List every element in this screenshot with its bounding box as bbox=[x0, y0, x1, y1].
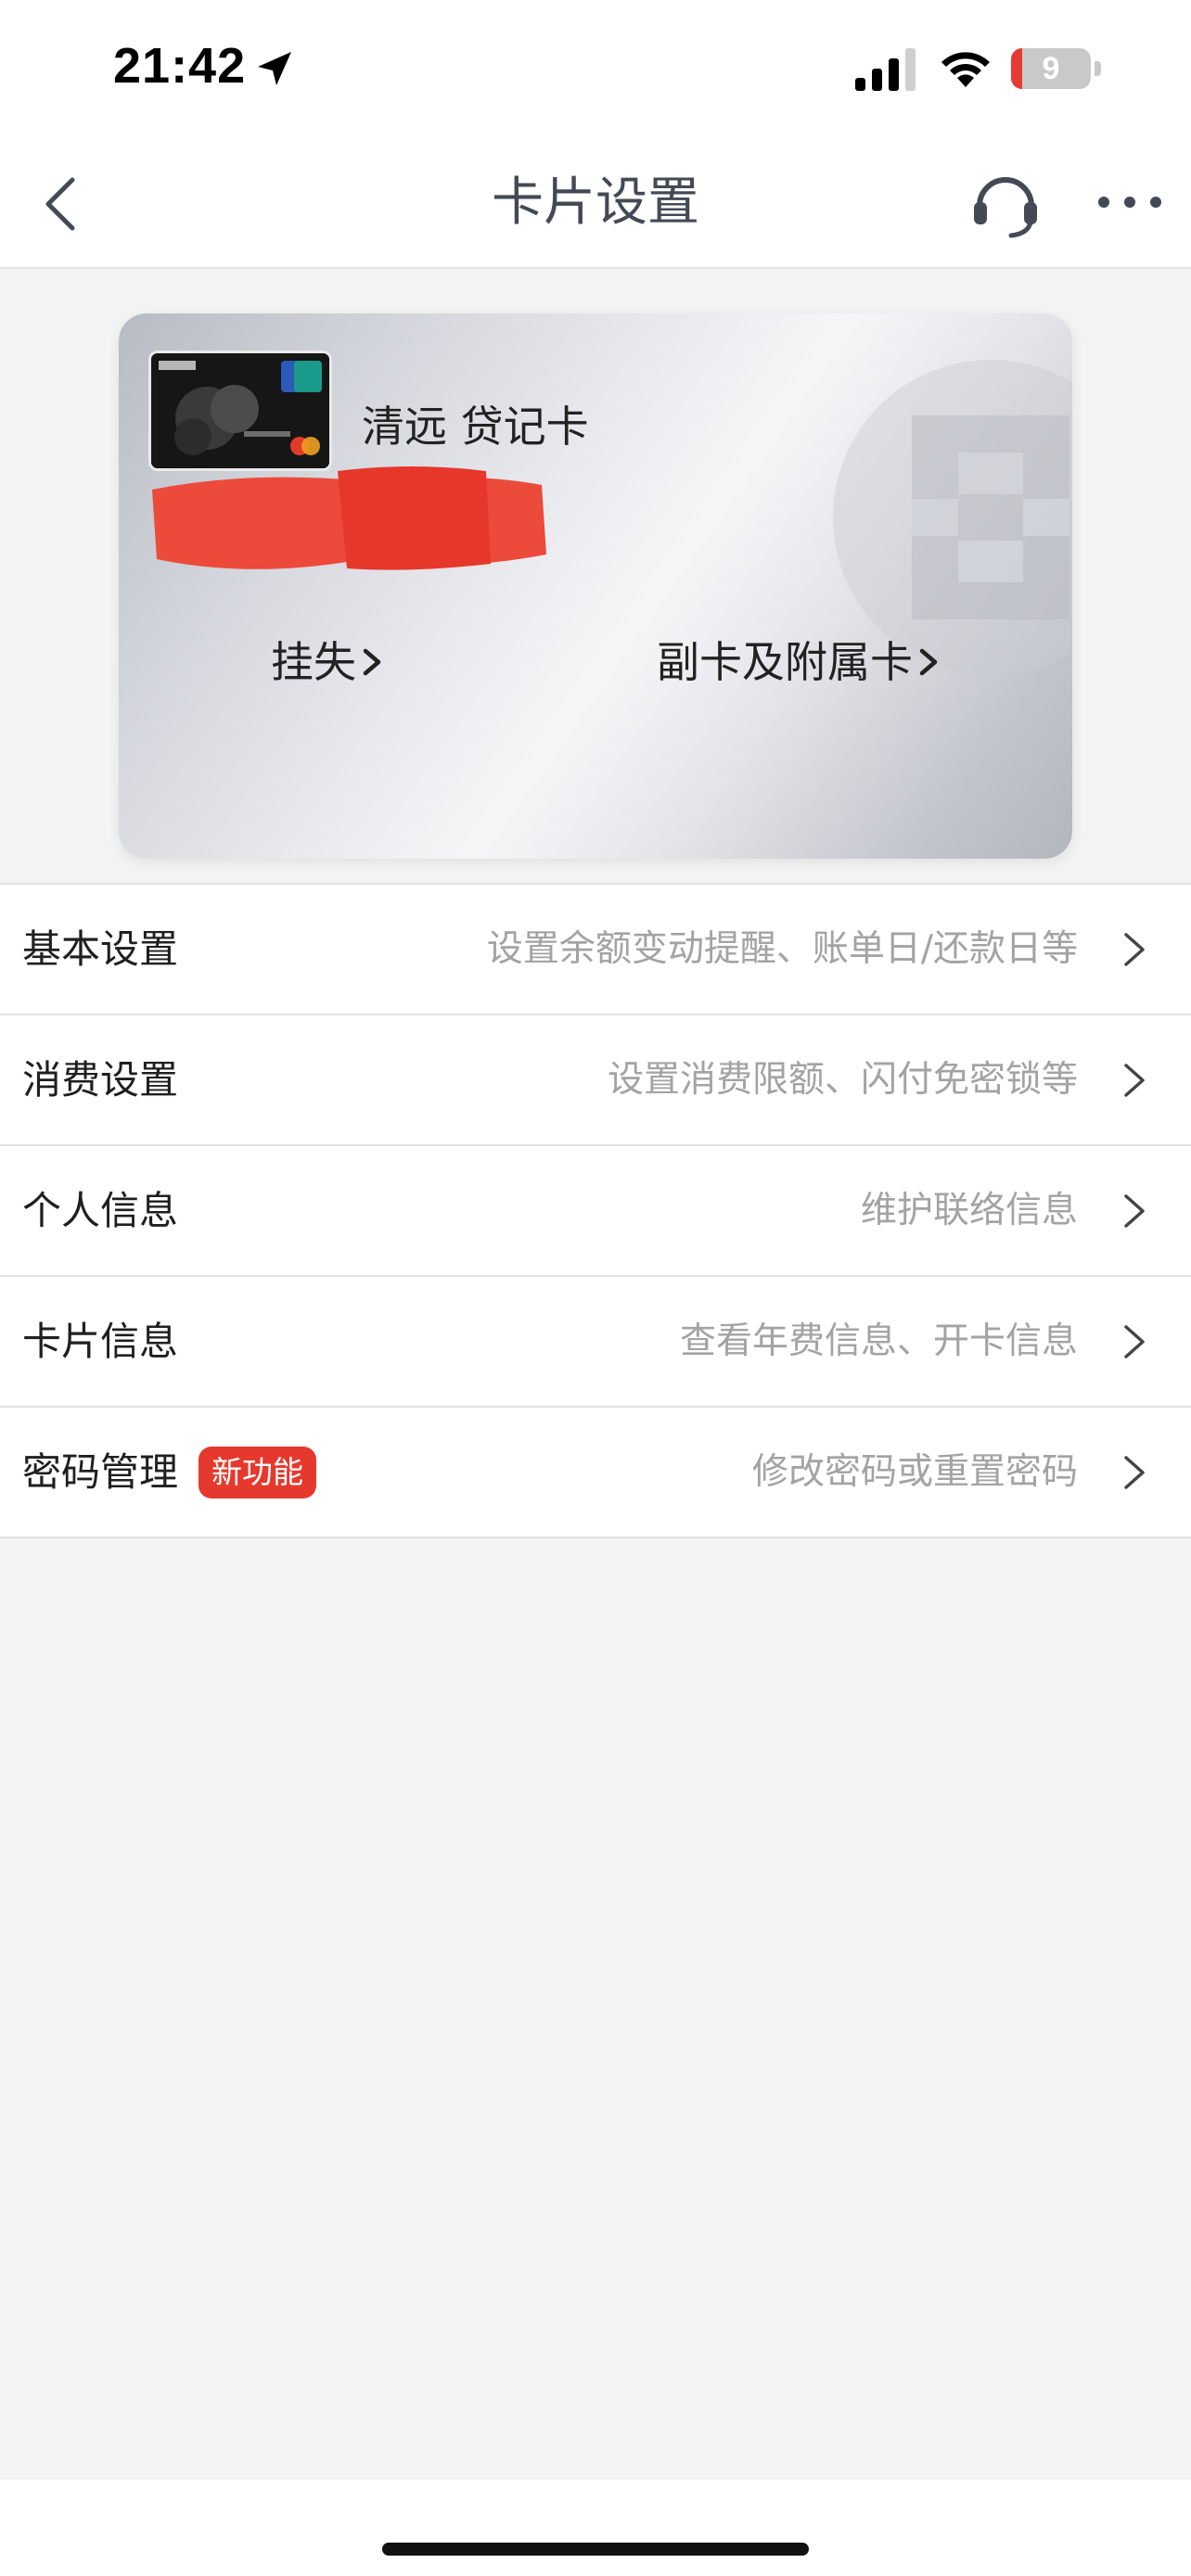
bank-card: 清远 贷记卡 挂失 副卡及附属卡 bbox=[119, 313, 1072, 859]
home-indicator-area bbox=[0, 2480, 1191, 2576]
row-description: 修改密码或重置密码 bbox=[751, 1451, 1078, 1493]
back-button[interactable] bbox=[33, 167, 89, 241]
more-icon[interactable] bbox=[1095, 184, 1165, 221]
status-time: 21:42 bbox=[113, 38, 247, 94]
settings-list: 基本设置 设置余额变动提醒、账单日/还款日等 消费设置 设置消费限额、闪付免密锁… bbox=[0, 883, 1191, 1538]
chevron-right-icon bbox=[1124, 1194, 1145, 1228]
supplementary-card-label: 副卡及附属卡 bbox=[657, 637, 913, 687]
signal-icon bbox=[855, 48, 916, 91]
new-feature-badge: 新功能 bbox=[198, 1447, 316, 1498]
location-arrow-icon bbox=[258, 52, 291, 85]
row-title: 消费设置 bbox=[22, 1057, 179, 1103]
row-description: 查看年费信息、开卡信息 bbox=[679, 1320, 1078, 1362]
row-title: 卡片信息 bbox=[22, 1319, 179, 1364]
chevron-right-icon bbox=[919, 648, 938, 676]
wifi-icon bbox=[941, 52, 990, 87]
row-description: 设置余额变动提醒、账单日/还款日等 bbox=[486, 928, 1078, 970]
chevron-right-icon bbox=[1124, 1064, 1145, 1097]
settings-row-password[interactable]: 密码管理 新功能 修改密码或重置密码 bbox=[0, 1408, 1191, 1538]
battery-level: 9 bbox=[1042, 51, 1060, 86]
chevron-right-icon bbox=[1124, 933, 1145, 966]
row-title: 基本设置 bbox=[22, 926, 179, 972]
status-bar: 21:42 9 bbox=[0, 0, 1191, 139]
settings-row-basic[interactable]: 基本设置 设置余额变动提醒、账单日/还款日等 bbox=[0, 885, 1191, 1015]
headset-icon[interactable] bbox=[968, 167, 1043, 241]
settings-row-personal-info[interactable]: 个人信息 维护联络信息 bbox=[0, 1146, 1191, 1277]
chevron-right-icon bbox=[1124, 1325, 1145, 1358]
row-title: 个人信息 bbox=[22, 1188, 179, 1233]
card-section: 清远 贷记卡 挂失 副卡及附属卡 bbox=[0, 269, 1191, 883]
report-loss-button[interactable]: 挂失 bbox=[271, 634, 386, 690]
supplementary-card-button[interactable]: 副卡及附属卡 bbox=[657, 634, 942, 690]
row-description: 设置消费限额、闪付免密锁等 bbox=[607, 1059, 1078, 1101]
chevron-right-icon bbox=[363, 648, 381, 676]
chevron-right-icon bbox=[1124, 1456, 1145, 1489]
row-title: 密码管理 bbox=[22, 1449, 179, 1495]
settings-row-card-info[interactable]: 卡片信息 查看年费信息、开卡信息 bbox=[0, 1277, 1191, 1408]
settings-row-spending[interactable]: 消费设置 设置消费限额、闪付免密锁等 bbox=[0, 1015, 1191, 1146]
battery-icon: 9 bbox=[1011, 48, 1102, 89]
nav-bar: 卡片设置 bbox=[0, 139, 1191, 269]
report-loss-label: 挂失 bbox=[271, 637, 356, 687]
redacted-card-number bbox=[152, 466, 546, 570]
row-description: 维护联络信息 bbox=[860, 1190, 1078, 1231]
home-indicator[interactable] bbox=[382, 2543, 809, 2556]
